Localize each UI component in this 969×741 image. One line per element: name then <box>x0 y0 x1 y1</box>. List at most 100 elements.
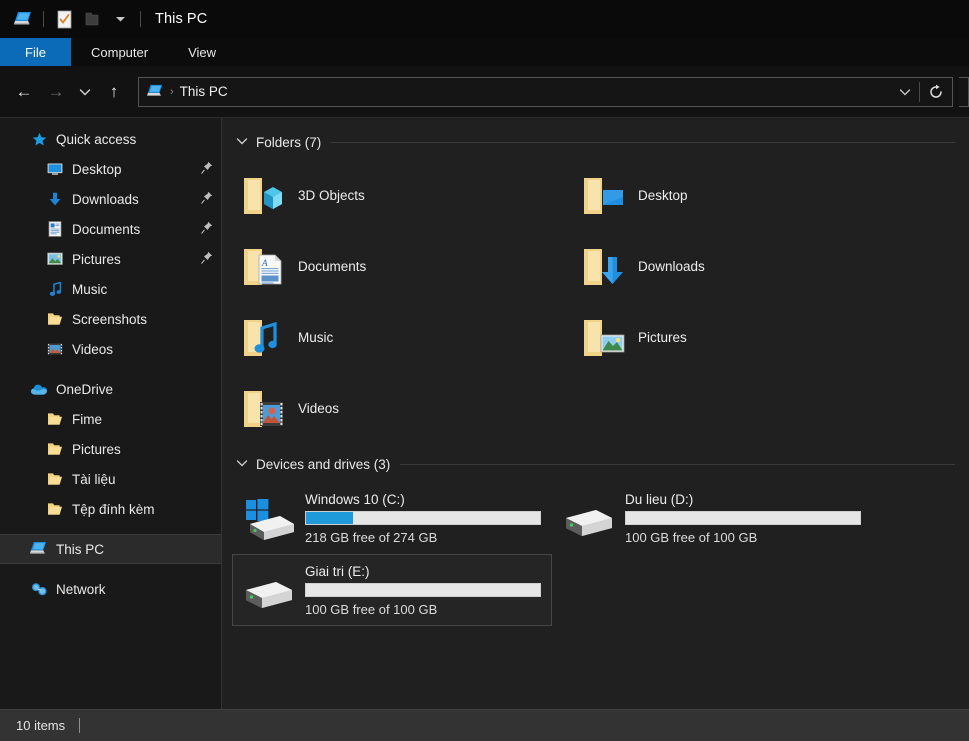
group-title: Folders (7) <box>256 135 321 150</box>
sidebar-item-label: Screenshots <box>72 312 147 327</box>
ribbon-tab-strip: File Computer View <box>0 38 969 66</box>
tab-view[interactable]: View <box>168 38 236 66</box>
folders-tile-grid: 3D Objects Desktop <box>222 160 969 444</box>
folder-tile-3d-objects[interactable]: 3D Objects <box>232 160 572 231</box>
folders-group-header[interactable]: Folders (7) <box>222 130 969 154</box>
sidebar-item-label: Network <box>56 582 106 597</box>
folder-tile-label: Pictures <box>638 330 687 345</box>
downloads-icon <box>46 190 64 208</box>
customize-chevron-down-icon[interactable] <box>107 6 133 32</box>
folder-tile-downloads[interactable]: Downloads <box>572 231 912 302</box>
sidebar-gap-3 <box>0 564 221 574</box>
sidebar-item-label: Desktop <box>72 162 122 177</box>
drive-tile-giai-tri-e[interactable]: Giai tri (E:) 100 GB free of 100 GB <box>232 554 552 626</box>
address-bar: ← → ↑ › This PC <box>0 66 969 118</box>
drive-label: Giai tri (E:) <box>305 564 545 579</box>
toolbar-divider-2 <box>140 11 141 27</box>
folder-3d-objects-icon <box>238 172 290 220</box>
sidebar-item-network[interactable]: Network <box>0 574 221 604</box>
group-rule <box>331 142 955 143</box>
sidebar-item-desktop[interactable]: Desktop <box>0 154 221 184</box>
folder-tile-videos[interactable]: Videos <box>232 373 572 444</box>
pin-icon[interactable] <box>201 221 213 237</box>
sidebar-item-fime[interactable]: Fime <box>0 404 221 434</box>
drive-tile-du-lieu-d[interactable]: Du lieu (D:) 100 GB free of 100 GB <box>552 482 872 554</box>
folder-desktop-icon <box>578 172 630 220</box>
this-pc-icon <box>30 540 48 558</box>
drive-info: Windows 10 (C:) 218 GB free of 274 GB <box>299 492 545 545</box>
refresh-icon[interactable] <box>920 78 952 106</box>
sidebar-item-label: Quick access <box>56 132 136 147</box>
recent-locations-chevron-down-icon[interactable] <box>72 77 98 107</box>
status-divider <box>79 718 80 733</box>
pin-icon[interactable] <box>201 161 213 177</box>
folder-downloads-icon <box>578 243 630 291</box>
folder-pictures-icon <box>578 314 630 362</box>
properties-icon[interactable] <box>51 6 77 32</box>
drive-free-text: 100 GB free of 100 GB <box>305 602 545 617</box>
sidebar-gap-1 <box>0 364 221 374</box>
breadcrumb-this-pc-icon <box>147 84 164 99</box>
folder-tile-pictures[interactable]: Pictures <box>572 302 912 373</box>
drives-group-header[interactable]: Devices and drives (3) <box>222 452 969 476</box>
sidebar-item-music[interactable]: Music <box>0 274 221 304</box>
address-dropdown-chevron-down-icon[interactable] <box>891 78 919 106</box>
sidebar-item-downloads[interactable]: Downloads <box>0 184 221 214</box>
sidebar-item-this-pc[interactable]: This PC <box>0 534 221 564</box>
sidebar-item-tai-lieu[interactable]: Tài liệu <box>0 464 221 494</box>
folder-tile-label: Downloads <box>638 259 705 274</box>
drive-free-text: 100 GB free of 100 GB <box>625 530 865 545</box>
sidebar-item-onedrive[interactable]: OneDrive <box>0 374 221 404</box>
network-icon <box>30 580 48 598</box>
folder-tile-music[interactable]: Music <box>232 302 572 373</box>
sidebar-item-screenshots[interactable]: Screenshots <box>0 304 221 334</box>
folder-tile-desktop[interactable]: Desktop <box>572 160 912 231</box>
drive-info: Du lieu (D:) 100 GB free of 100 GB <box>619 492 865 545</box>
drive-info: Giai tri (E:) 100 GB free of 100 GB <box>299 564 545 617</box>
tab-file[interactable]: File <box>0 38 71 66</box>
tab-computer[interactable]: Computer <box>71 38 168 66</box>
drive-windows-icon <box>239 493 299 543</box>
sidebar-item-label: Videos <box>72 342 113 357</box>
sidebar-item-videos[interactable]: Videos <box>0 334 221 364</box>
breadcrumb-address-field[interactable]: › This PC <box>138 77 953 107</box>
window-title: This PC <box>155 11 207 27</box>
drive-usage-bar <box>625 511 861 525</box>
folder-music-icon <box>238 314 290 362</box>
group-title: Devices and drives (3) <box>256 457 390 472</box>
item-count-label: 10 items <box>16 718 65 733</box>
back-button[interactable]: ← <box>8 77 40 107</box>
svg-text:A: A <box>261 258 268 268</box>
drive-free-text: 218 GB free of 274 GB <box>305 530 545 545</box>
folder-tile-label: 3D Objects <box>298 188 365 203</box>
group-rule <box>400 464 955 465</box>
folder-icon <box>46 410 64 428</box>
sidebar-item-tep-dinh-kem[interactable]: Tệp đính kèm <box>0 494 221 524</box>
sidebar-item-label: Music <box>72 282 107 297</box>
toolbar-divider-1 <box>43 11 44 27</box>
breadcrumb-text[interactable]: This PC <box>180 84 228 99</box>
up-button[interactable]: ↑ <box>98 77 130 107</box>
drive-tile-windows-c[interactable]: Windows 10 (C:) 218 GB free of 274 GB <box>232 482 552 554</box>
folder-tile-documents[interactable]: A Documents <box>232 231 572 302</box>
sidebar-item-onedrive-pictures[interactable]: Pictures <box>0 434 221 464</box>
sidebar-item-documents[interactable]: Documents <box>0 214 221 244</box>
collapse-chevron-down-icon[interactable] <box>236 136 248 148</box>
this-pc-icon[interactable] <box>10 6 36 32</box>
forward-button[interactable]: → <box>40 77 72 107</box>
collapse-chevron-down-icon[interactable] <box>236 458 248 470</box>
pin-icon[interactable] <box>201 251 213 267</box>
sidebar-item-label: Fime <box>72 412 102 427</box>
sidebar-item-quick-access[interactable]: Quick access <box>0 124 221 154</box>
pin-icon[interactable] <box>201 191 213 207</box>
folder-videos-icon <box>238 385 290 433</box>
explorer-body: Quick access Desktop Downloads <box>0 118 969 709</box>
search-input[interactable] <box>959 77 969 107</box>
breadcrumb-separator: › <box>170 86 174 98</box>
sidebar-item-pictures[interactable]: Pictures <box>0 244 221 274</box>
folder-icon <box>46 500 64 518</box>
drive-label: Windows 10 (C:) <box>305 492 545 507</box>
videos-icon <box>46 340 64 358</box>
folder-tile-label: Videos <box>298 401 339 416</box>
folder-dark-icon[interactable] <box>79 6 105 32</box>
